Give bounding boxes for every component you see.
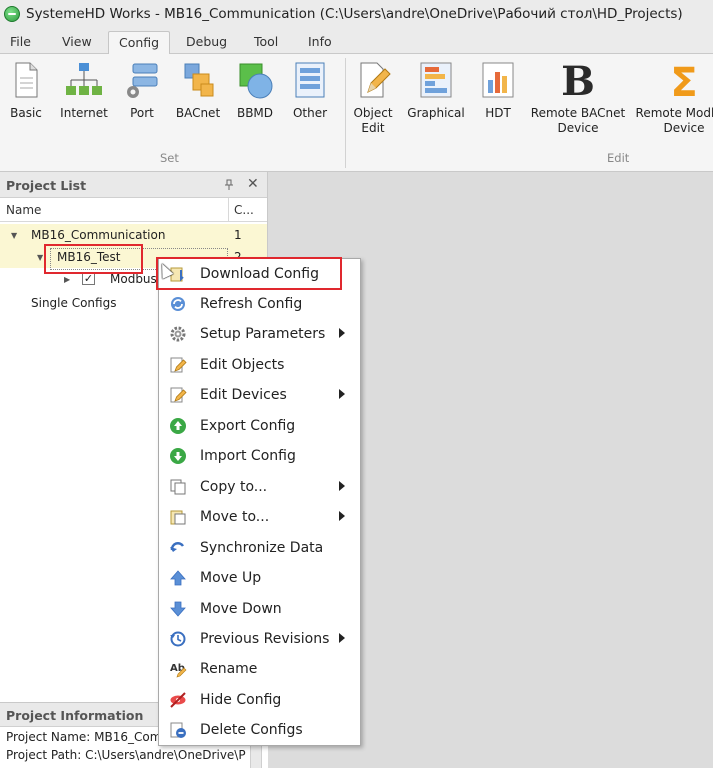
project-name-line: Project Name: MB16_Com: [6, 730, 162, 744]
menu-bar: File View Config Debug Tool Info: [0, 28, 713, 55]
graphical-button[interactable]: Graphical: [404, 60, 468, 121]
tab-info[interactable]: Info: [298, 31, 342, 54]
column-name[interactable]: Name: [6, 203, 41, 217]
collapse-arrow-icon[interactable]: ▶: [64, 275, 70, 284]
window-title: SystemeHD Works - MB16_Communication (C:…: [26, 6, 683, 22]
ribbon: Basic Internet Port BACnet BBMD Other Se…: [0, 54, 713, 172]
delete-icon: [169, 721, 187, 739]
menu-item-move-up[interactable]: Move Up: [159, 563, 360, 593]
project-list-header: Project List ✕: [0, 172, 267, 198]
graphical-icon: [417, 60, 455, 100]
move-icon: [169, 508, 187, 526]
bbmd-icon: [236, 60, 274, 100]
svg-text:Σ: Σ: [670, 60, 697, 100]
bacnet-button[interactable]: BACnet: [172, 60, 224, 121]
arrow-up-icon: [169, 569, 187, 587]
project-path-line: Project Path: C:\Users\andre\OneDrive\P: [6, 748, 246, 762]
set-group-label: Set: [160, 151, 179, 165]
refresh-icon: [169, 295, 187, 313]
project-list-title: Project List: [6, 178, 87, 193]
tab-view[interactable]: View: [52, 31, 102, 54]
import-icon: [169, 447, 187, 465]
submenu-arrow-icon: [339, 633, 345, 643]
internet-button[interactable]: Internet: [56, 60, 112, 121]
menu-item-rename[interactable]: Ab Rename: [159, 654, 360, 684]
object-edit-button[interactable]: Object Edit: [350, 60, 396, 136]
edit-group-label: Edit: [607, 151, 630, 165]
svg-text:B: B: [561, 60, 595, 100]
menu-item-copy-to[interactable]: Copy to...: [159, 472, 360, 502]
list-icon: [291, 60, 329, 100]
hdt-button[interactable]: HDT: [476, 60, 520, 121]
gear-icon: [169, 325, 187, 343]
bacnet-icon: [179, 60, 217, 100]
submenu-arrow-icon: [339, 511, 345, 521]
column-header: Name C...: [0, 198, 267, 222]
object-edit-icon: [354, 60, 392, 100]
submenu-arrow-icon: [339, 328, 345, 338]
sigma-icon: Σ: [665, 60, 703, 106]
rename-icon: Ab: [169, 660, 187, 678]
bacnet-b-icon: B: [559, 58, 597, 105]
sync-icon: [169, 539, 187, 557]
tree-row-mb16-communication[interactable]: ▼ MB16_Communication 1: [0, 224, 267, 246]
menu-item-delete-configs[interactable]: Delete Configs: [159, 715, 360, 745]
remote-bacnet-device-button[interactable]: B Remote BACnet Device: [530, 58, 626, 136]
copy-icon: [169, 478, 187, 496]
bbmd-button[interactable]: BBMD: [232, 60, 278, 121]
submenu-arrow-icon: [339, 481, 345, 491]
menu-item-import-config[interactable]: Import Config: [159, 441, 360, 471]
tab-config[interactable]: Config: [108, 31, 171, 55]
column-c[interactable]: C...: [234, 203, 254, 217]
menu-item-export-config[interactable]: Export Config: [159, 411, 360, 441]
expand-arrow-icon[interactable]: ▼: [37, 253, 43, 262]
basic-button[interactable]: Basic: [4, 60, 48, 121]
history-icon: [169, 630, 187, 648]
submenu-arrow-icon: [339, 389, 345, 399]
menu-item-setup-parameters[interactable]: Setup Parameters: [159, 319, 360, 349]
arrow-down-icon: [169, 600, 187, 618]
context-menu: Download Config Refresh Config Setup Par…: [158, 258, 361, 746]
menu-item-edit-devices[interactable]: Edit Devices: [159, 380, 360, 410]
other-button[interactable]: Other: [288, 60, 332, 121]
hide-icon: [169, 691, 187, 709]
tab-debug[interactable]: Debug: [176, 31, 237, 54]
app-logo-icon: [4, 6, 20, 22]
remote-modbus-device-button[interactable]: Σ Remote Modbus Device: [634, 60, 713, 136]
column-divider[interactable]: [228, 198, 229, 222]
hdt-icon: [479, 60, 517, 100]
export-icon: [169, 417, 187, 435]
pin-icon[interactable]: [224, 179, 234, 191]
port-icon: [123, 60, 161, 100]
info-scrollbar[interactable]: [250, 745, 262, 768]
edit-icon: [169, 356, 187, 374]
edit-icon: [169, 386, 187, 404]
menu-item-synchronize-data[interactable]: Synchronize Data: [159, 533, 360, 563]
menu-item-refresh-config[interactable]: Refresh Config: [159, 289, 360, 319]
close-icon[interactable]: ✕: [247, 176, 259, 192]
annotation-highlight-box: [156, 257, 342, 290]
network-icon: [65, 60, 103, 100]
expand-arrow-icon[interactable]: ▼: [11, 231, 17, 240]
project-information-title: Project Information: [6, 708, 144, 723]
annotation-highlight-box: [44, 244, 143, 274]
document-icon: [7, 60, 45, 100]
menu-item-move-to[interactable]: Move to...: [159, 502, 360, 532]
port-button[interactable]: Port: [120, 60, 164, 121]
title-bar: SystemeHD Works - MB16_Communication (C:…: [0, 0, 713, 28]
menu-item-hide-config[interactable]: Hide Config: [159, 685, 360, 715]
tab-tool[interactable]: Tool: [244, 31, 288, 54]
menu-item-edit-objects[interactable]: Edit Objects: [159, 350, 360, 380]
menu-item-move-down[interactable]: Move Down: [159, 594, 360, 624]
menu-item-previous-revisions[interactable]: Previous Revisions: [159, 624, 360, 654]
tab-file[interactable]: File: [0, 31, 41, 54]
group-separator: [345, 58, 346, 168]
